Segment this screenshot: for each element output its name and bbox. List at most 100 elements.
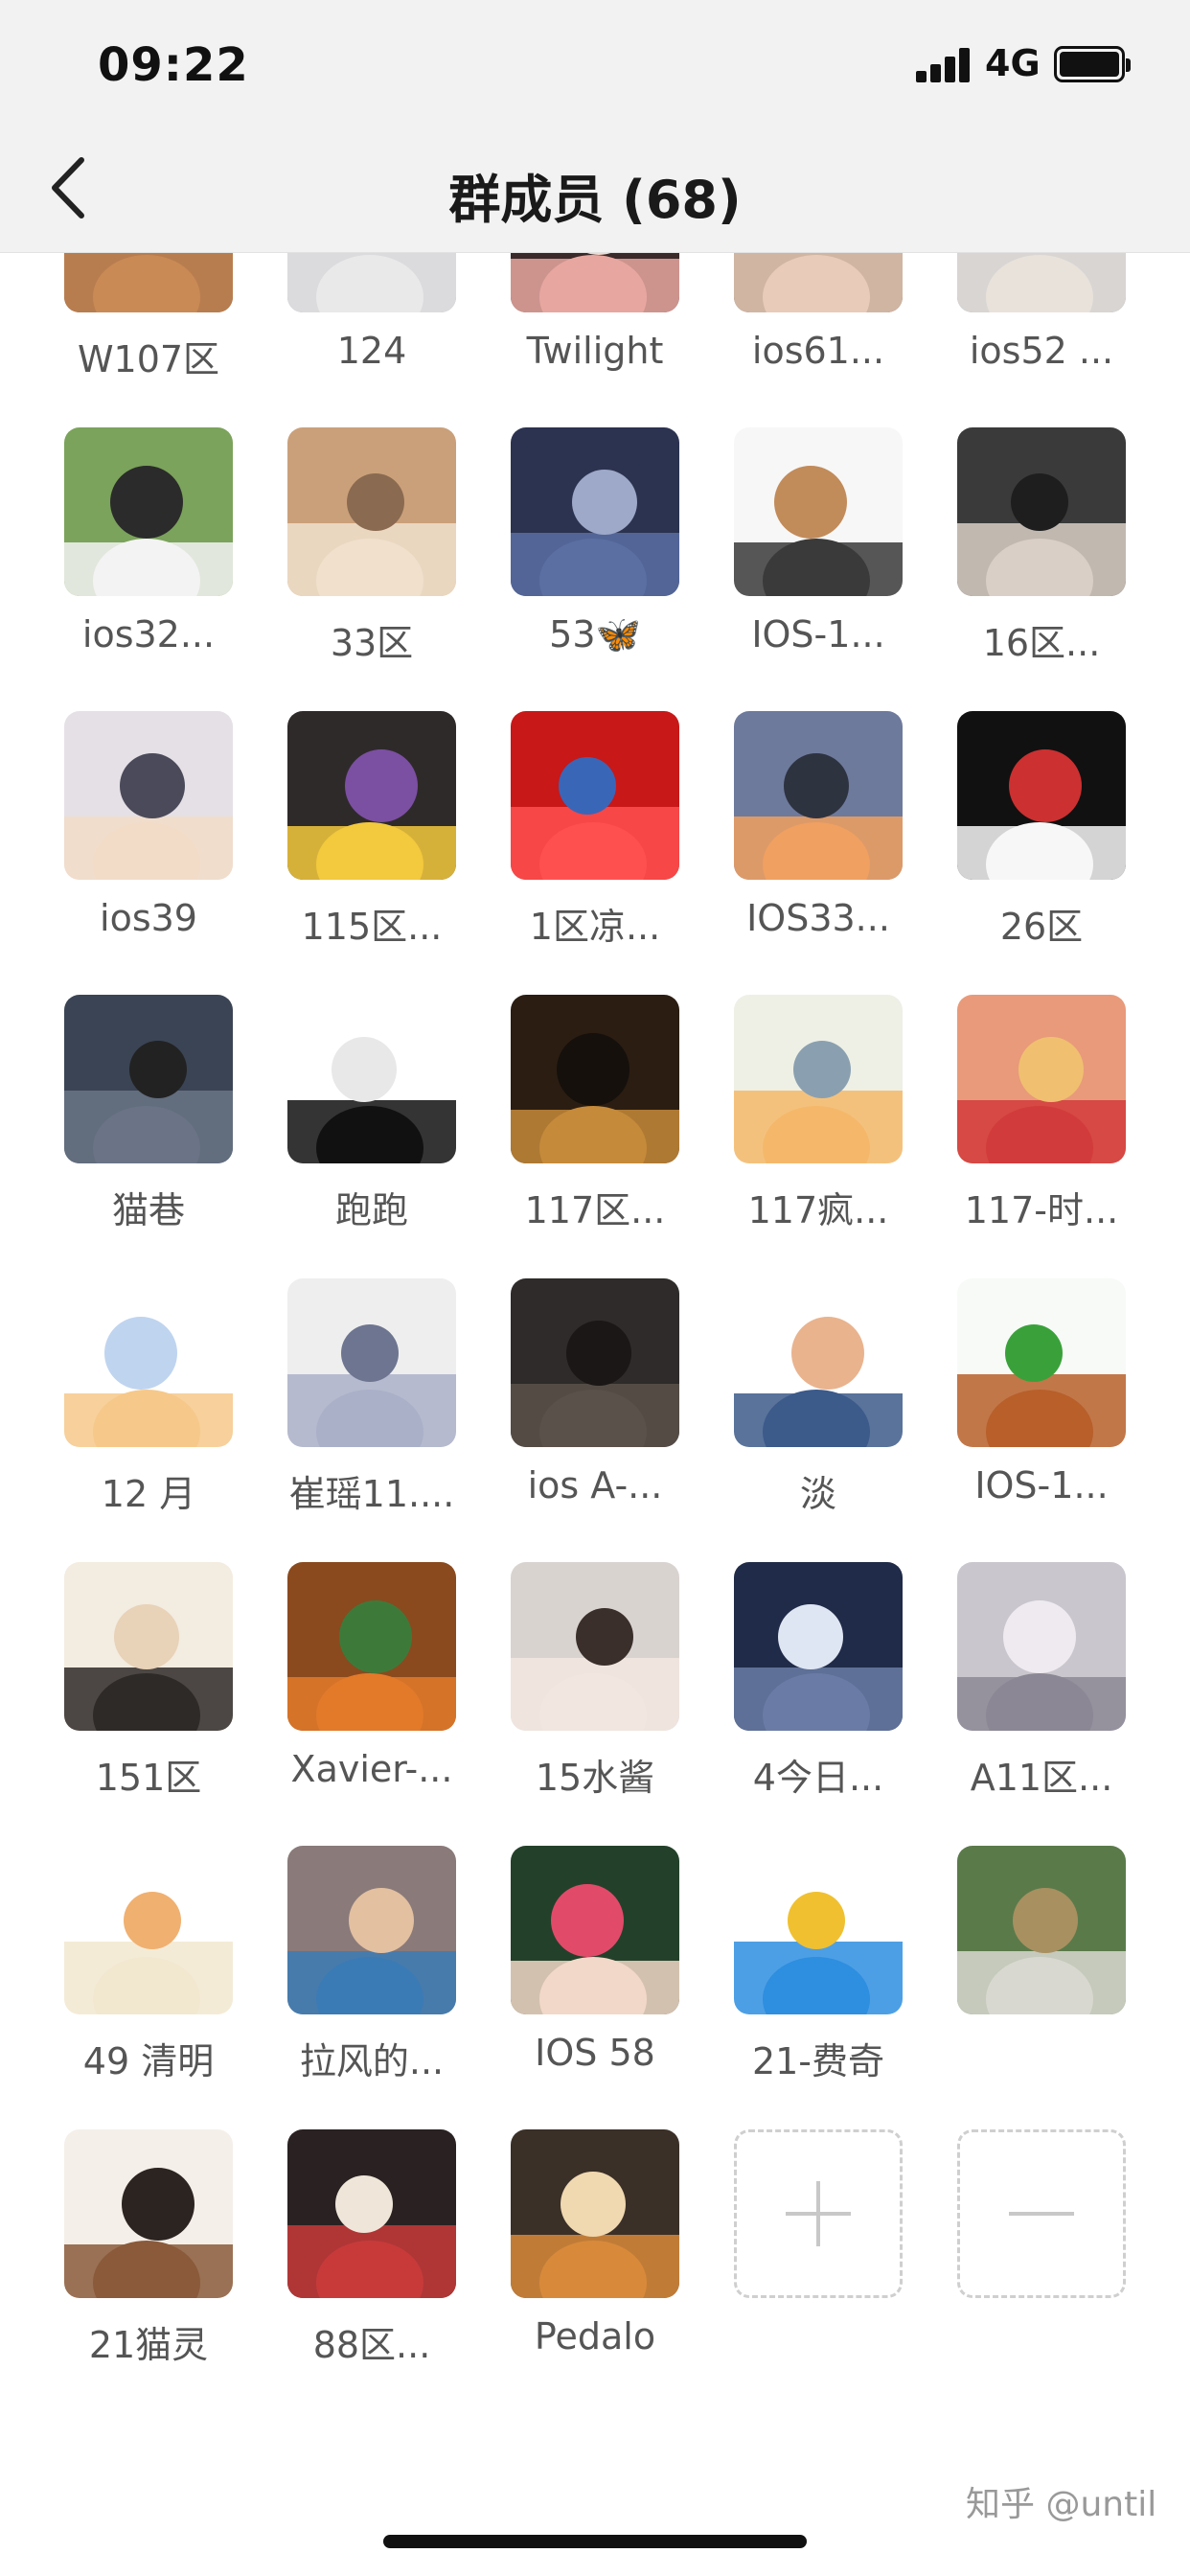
member-item[interactable]: Xavier-...: [273, 1562, 465, 1811]
avatar-man-closeup-icon: [957, 427, 1126, 596]
avatar-family-bicycle-icon: [957, 711, 1126, 880]
member-name: 1区凉...: [529, 906, 661, 948]
avatar-anime-character-icon: [511, 427, 679, 596]
member-name: Xavier-...: [290, 1748, 453, 1790]
member-name: 16区...: [982, 622, 1101, 664]
avatar-man-dog-icon: [64, 427, 233, 596]
member-item[interactable]: Pedalo: [496, 2129, 688, 2379]
member-item[interactable]: 115区...: [273, 711, 465, 960]
home-indicator[interactable]: [383, 2535, 807, 2548]
member-item[interactable]: 21-费奇: [720, 1846, 911, 2095]
member-item[interactable]: 117疯...: [720, 995, 911, 1244]
avatar-night-street-icon: [511, 995, 679, 1163]
member-item[interactable]: 33区: [273, 427, 465, 677]
avatar-man-railing-icon: [957, 253, 1126, 312]
member-item[interactable]: 淡: [720, 1278, 911, 1528]
status-bar: 09:22 4G: [0, 0, 1190, 126]
avatar-redhead-boy-icon: [511, 2129, 679, 2298]
member-name: 26区: [999, 906, 1084, 948]
member-item[interactable]: 跑跑: [273, 995, 465, 1244]
member-grid: W107区 124 Twilight ios61... ios52 ... ios32..…: [0, 253, 1190, 2457]
member-name: W107区: [77, 338, 220, 380]
member-item[interactable]: 1区凉...: [496, 711, 688, 960]
member-name: 跑跑: [334, 1189, 408, 1231]
member-item[interactable]: 21猫灵: [50, 2129, 241, 2379]
member-name: 117-时...: [964, 1189, 1119, 1231]
avatar-sketch-face-icon: [287, 1278, 456, 1447]
avatar-chibi-kid-icon: [64, 1278, 233, 1447]
avatar-car-child-icon: [957, 1846, 1126, 2014]
member-item[interactable]: [943, 1846, 1134, 2095]
member-name: ios52 ...: [969, 330, 1114, 372]
avatar-child-bowl-icon: [64, 995, 233, 1163]
battery-icon: [1054, 46, 1131, 82]
member-name: ios A-...: [527, 1464, 663, 1506]
member-item[interactable]: W107区: [50, 253, 241, 393]
member-item[interactable]: ios39: [50, 711, 241, 960]
member-item[interactable]: IOS-1...: [943, 1278, 1134, 1528]
avatar-doraemon-icon: [734, 1846, 903, 2014]
member-item[interactable]: 15水酱: [496, 1562, 688, 1811]
member-item[interactable]: 151区: [50, 1562, 241, 1811]
status-time: 09:22: [98, 38, 249, 92]
member-name: Pedalo: [534, 2315, 656, 2358]
member-item[interactable]: 拉风的...: [273, 1846, 465, 2095]
avatar-cartoon-dad-kid-icon: [734, 1278, 903, 1447]
member-name: 15水酱: [535, 1757, 655, 1799]
member-item[interactable]: 崔瑶11....: [273, 1278, 465, 1528]
member-item[interactable]: IOS33...: [720, 711, 911, 960]
member-name: 崔瑶11....: [288, 1473, 455, 1515]
member-item[interactable]: A11区...: [943, 1562, 1134, 1811]
member-item[interactable]: 12 月: [50, 1278, 241, 1528]
member-item[interactable]: ios A-...: [496, 1278, 688, 1528]
avatar-cartoon-cat-icon: [734, 995, 903, 1163]
member-item[interactable]: 53🦋: [496, 427, 688, 677]
member-name: 117疯...: [747, 1189, 889, 1231]
member-name: IOS-1...: [751, 613, 885, 656]
member-name: 124: [336, 330, 407, 372]
member-item[interactable]: IOS 58: [496, 1846, 688, 2095]
avatar-boy-blush-icon: [511, 1846, 679, 2014]
watermark: 知乎 @until: [966, 2485, 1157, 2524]
member-item[interactable]: 猫巷: [50, 995, 241, 1244]
remove-member-button[interactable]: [943, 2129, 1134, 2379]
avatar-cat-blanket-icon: [287, 427, 456, 596]
avatar-girl-smile-icon: [734, 253, 903, 312]
member-name: ios61...: [751, 330, 885, 372]
member-item[interactable]: 117-时...: [943, 995, 1134, 1244]
member-item[interactable]: 16区...: [943, 427, 1134, 677]
member-name: 淡: [799, 1473, 836, 1515]
avatar-anime-boy-icon: [64, 711, 233, 880]
avatar-mountain-person-icon: [287, 253, 456, 312]
member-name: 115区...: [301, 906, 443, 948]
member-item[interactable]: Twilight: [496, 253, 688, 393]
avatar-anime-girl-book-icon: [957, 1562, 1126, 1731]
avatar-boy-cat-drawing-icon: [957, 995, 1126, 1163]
member-name: 12 月: [101, 1473, 196, 1515]
member-name: ios32...: [81, 613, 216, 656]
member-item[interactable]: IOS-1...: [720, 427, 911, 677]
member-item[interactable]: 49 清明: [50, 1846, 241, 2095]
avatar-sunset-icon: [734, 711, 903, 880]
plus-icon: [734, 2129, 903, 2298]
navigation-bar: 群成员 (68): [0, 126, 1190, 253]
member-item[interactable]: 124: [273, 253, 465, 393]
member-item[interactable]: 88区...: [273, 2129, 465, 2379]
avatar-duck-sticker-icon: [64, 1846, 233, 2014]
member-item[interactable]: ios61...: [720, 253, 911, 393]
member-item[interactable]: ios52 ...: [943, 253, 1134, 393]
member-name: IOS-1...: [974, 1464, 1109, 1506]
avatar-lion-warrior-icon: [734, 427, 903, 596]
avatar-girl-cat-icon: [511, 1562, 679, 1731]
avatar-basketball-players-icon: [287, 711, 456, 880]
avatar-red-shirt-icon: [287, 2129, 456, 2298]
avatar-glasses-boy-icon: [64, 1562, 233, 1731]
minus-icon: [957, 2129, 1126, 2298]
member-name: 33区: [330, 622, 414, 664]
add-member-button[interactable]: [720, 2129, 911, 2379]
member-item[interactable]: ios32...: [50, 427, 241, 677]
member-item[interactable]: 117区...: [496, 995, 688, 1244]
member-item[interactable]: 26区: [943, 711, 1134, 960]
member-item[interactable]: 4今日...: [720, 1562, 911, 1811]
avatar-corridor-icon: [64, 253, 233, 312]
